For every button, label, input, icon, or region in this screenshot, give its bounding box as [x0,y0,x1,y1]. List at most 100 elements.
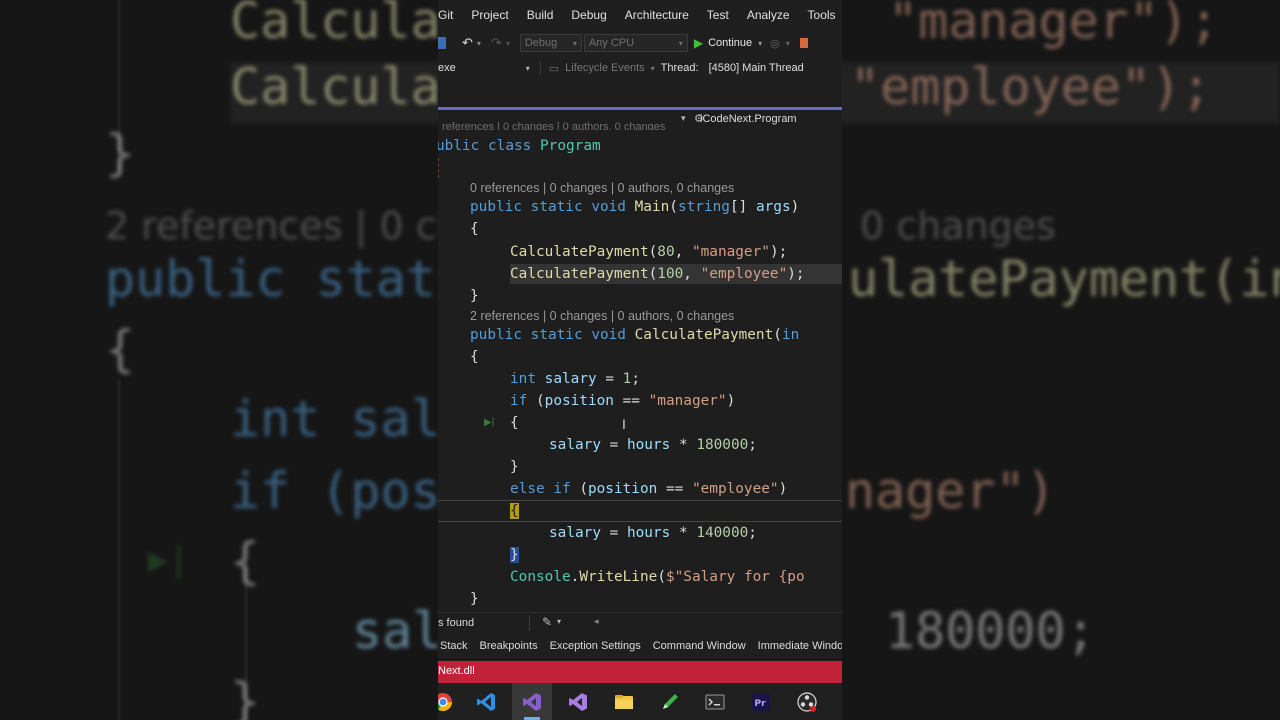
code-line-class: ublic class Program [438,136,601,156]
undo-icon[interactable]: ↶ [462,35,473,51]
chrome-icon[interactable] [438,691,454,713]
code-line-assign2: salary = hours * 140000; [549,525,757,541]
chevron-down-icon[interactable]: ▾ [526,64,530,73]
menu-analyze[interactable]: Analyze [738,8,799,22]
brace: } [470,591,479,607]
bg-guide [118,380,120,720]
code-line-console: Console.WriteLine($"Salary for {po [510,569,805,585]
tab-exception-settings[interactable]: Exception Settings [544,640,647,652]
obs-icon[interactable] [796,691,818,713]
pen-icon[interactable] [659,691,681,713]
visual-studio-icon[interactable] [521,691,543,713]
bg-refs: 2 references | 0 ch [105,204,461,248]
bg-text: 2 references | 0 ch [105,204,461,248]
tab-call-stack[interactable]: Stack [438,640,474,652]
chevron-down-icon: ▾ [572,38,577,48]
number: 180000 [696,437,749,453]
code-editor[interactable]: ublic class Program 0 references | 0 cha… [438,130,842,612]
chevron-down-icon[interactable]: ▾ [557,617,561,626]
bg-text: Calcula [230,58,441,116]
visual-studio-purple-icon[interactable] [567,691,589,713]
chevron-down-icon[interactable]: ▾ [651,64,655,73]
code-line-brace: { [470,347,479,367]
brace: { [510,415,519,431]
issues-found[interactable]: s found [438,617,474,629]
stop-icon[interactable] [799,38,808,48]
dropdown-icon[interactable]: ▾ [786,39,790,48]
scroll-left-icon[interactable]: ◂ [594,616,599,627]
play-icon[interactable]: ▶ [694,36,703,50]
debug-location-toolbar: exe ▾ ▭ Lifecycle Events ▾ Thread: [4580… [438,56,842,81]
lifecycle-events[interactable]: Lifecycle Events [565,62,644,74]
keyword: static [530,327,583,343]
debug-tool-tabs: Stack Breakpoints Exception Settings Com… [438,634,842,658]
bg-line-call2: Calcula [230,58,441,116]
hot-reload-icon[interactable]: ◎ [770,37,780,50]
vscode-icon[interactable] [475,691,497,713]
undo-dropdown-icon[interactable]: ▾ [477,39,481,48]
solution-icon[interactable] [438,37,446,49]
variable: salary [544,371,597,387]
bg-brace: } [105,124,135,182]
variable: salary [549,437,601,453]
continue-dropdown-icon[interactable]: ▾ [758,39,762,48]
code-line-calc-signature: public static void CalculatePayment(in [470,327,800,343]
keyword: if [510,393,528,409]
menu-bar: Git Project Build Debug Architecture Tes… [438,0,842,30]
configuration-value: Debug [524,37,558,49]
keyword: string [677,199,730,215]
menu-tools[interactable]: Tools [799,8,842,22]
platform-combo[interactable]: Any CPU ▾ [583,34,688,52]
thread-value[interactable]: [4580] Main Thread [709,62,804,74]
bg-text: sal [352,602,443,660]
tab-breakpoints[interactable]: Breakpoints [474,640,544,652]
separator [529,615,530,631]
run-to-click-icon[interactable]: ▶| [484,417,494,428]
premiere-icon[interactable]: Pr [750,691,772,713]
codelens-calculate[interactable]: 2 references | 0 changes | 0 authors, 0 … [470,309,734,323]
redo-icon[interactable]: ↷ [491,35,502,51]
brace-match-highlight: { [510,503,519,519]
code-line-call2: CalculatePayment(100, "employee"); [510,266,805,282]
menu-architecture[interactable]: Architecture [616,8,698,22]
class-navigation[interactable]: iCodeNext.Program [700,113,797,125]
code-line-brace: } [510,457,519,477]
debug-toolbar: ↶ ▾ ↷ ▾ Debug ▾ Any CPU ▾ ▶ Continue ▾ ◎ ▾ [438,30,842,56]
menu-project[interactable]: Project [462,8,517,22]
terminal-icon[interactable] [704,691,726,713]
bg-if: if (pos [230,462,441,520]
bg-text: "employee"); [850,58,1212,116]
chevron-down-icon[interactable]: ▾ [681,113,686,124]
bg-line-call2-end: "employee"); [850,58,1211,116]
redo-dropdown-icon[interactable]: ▾ [506,39,510,48]
bg-sal: sal [352,602,442,660]
bg-line-call1-end: "manager"); [888,0,1219,50]
process-target[interactable]: exe [438,62,456,74]
code-line-brace: } [470,286,479,306]
bg-line-call1: Calcula [230,0,441,50]
visual-studio-window: Git Project Build Debug Architecture Tes… [438,0,842,720]
class-name: Console [510,569,571,585]
menu-build[interactable]: Build [518,8,563,22]
keyword: if [553,481,571,497]
menu-debug[interactable]: Debug [562,8,615,22]
brace: { [470,349,479,365]
keyword: in [781,327,800,343]
code-cleanup-icon[interactable]: ✎ [542,615,552,629]
codelens-main[interactable]: 0 references | 0 changes | 0 authors, 0 … [470,181,734,195]
method-name: CalculatePayment [510,244,649,260]
class-name: Program [540,138,601,154]
variable: position [587,481,658,497]
brace: } [470,288,479,304]
configuration-combo[interactable]: Debug ▾ [519,34,582,52]
file-explorer-icon[interactable] [613,691,635,713]
bg-public: public stat [105,250,436,308]
code-line-main-signature: public static void Main(string[] args) [470,199,800,215]
lifecycle-icon: ▭ [548,62,560,75]
continue-button[interactable]: Continue [708,37,752,49]
brace: { [470,221,479,237]
menu-test[interactable]: Test [698,8,738,22]
menu-git[interactable]: Git [438,8,462,22]
tab-immediate-window[interactable]: Immediate Windo [752,640,842,652]
tab-command-window[interactable]: Command Window [647,640,752,652]
